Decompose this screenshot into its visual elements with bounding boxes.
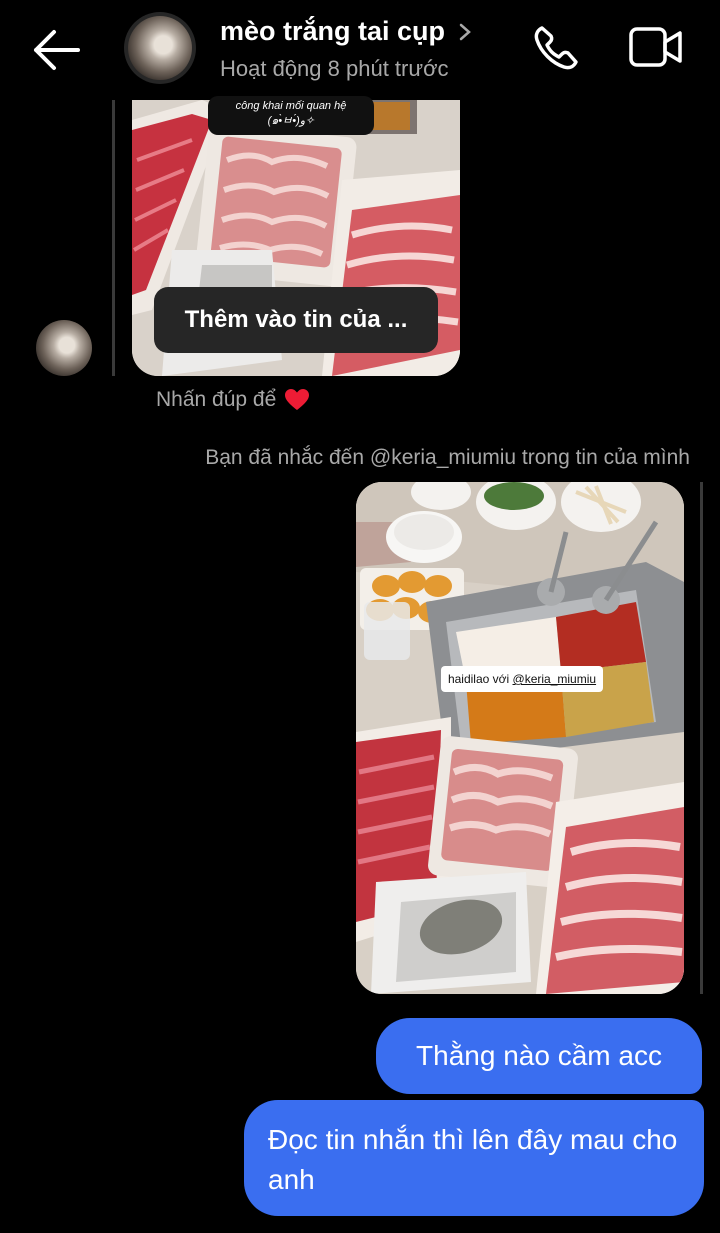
back-arrow-icon[interactable] (30, 26, 82, 74)
contact-avatar[interactable] (124, 12, 196, 84)
story-text-sticker: công khai mối quan hệ (๑•̀ㅂ•́)و✧ (208, 96, 374, 135)
activity-status: Hoạt động 8 phút trước (220, 56, 449, 81)
hint-text: Nhấn đúp để (156, 388, 277, 411)
chevron-right-icon (459, 23, 471, 40)
sent-story-preview[interactable] (356, 482, 684, 994)
avatar-image (128, 16, 192, 80)
hotpot-table-photo (356, 482, 684, 994)
sticker-line1: công khai mối quan hệ (235, 100, 347, 112)
scroll-indicator (700, 482, 703, 994)
contact-name[interactable]: mèo trắng tai cụp (220, 16, 445, 47)
double-tap-hint: Nhấn đúp để (156, 388, 310, 412)
mention-notice: Bạn đã nhắc đến @keria_miumiu trong tin … (205, 446, 690, 469)
tag-username[interactable]: @keria_miumiu (513, 672, 597, 686)
add-to-story-button[interactable]: Thêm vào tin của ... (154, 287, 438, 353)
reply-divider (112, 100, 115, 376)
chat-header: mèo trắng tai cụp Hoạt động 8 phút trước (0, 0, 720, 100)
sticker-line2: (๑•̀ㅂ•́)و✧ (267, 115, 315, 127)
tag-prefix: haidilao với (447, 672, 513, 686)
mention-tag-sticker[interactable]: haidilao với @keria_miumiu (441, 666, 603, 692)
heart-icon (285, 389, 310, 410)
message-bubble[interactable]: Thằng nào cầm acc (376, 1018, 702, 1094)
message-bubble[interactable]: Đọc tin nhắn thì lên đây mau cho anh (244, 1100, 704, 1216)
phone-icon[interactable] (530, 22, 582, 74)
video-camera-icon[interactable] (628, 24, 684, 70)
sender-avatar[interactable] (36, 320, 92, 376)
contact-name-row[interactable]: mèo trắng tai cụp (220, 16, 471, 47)
